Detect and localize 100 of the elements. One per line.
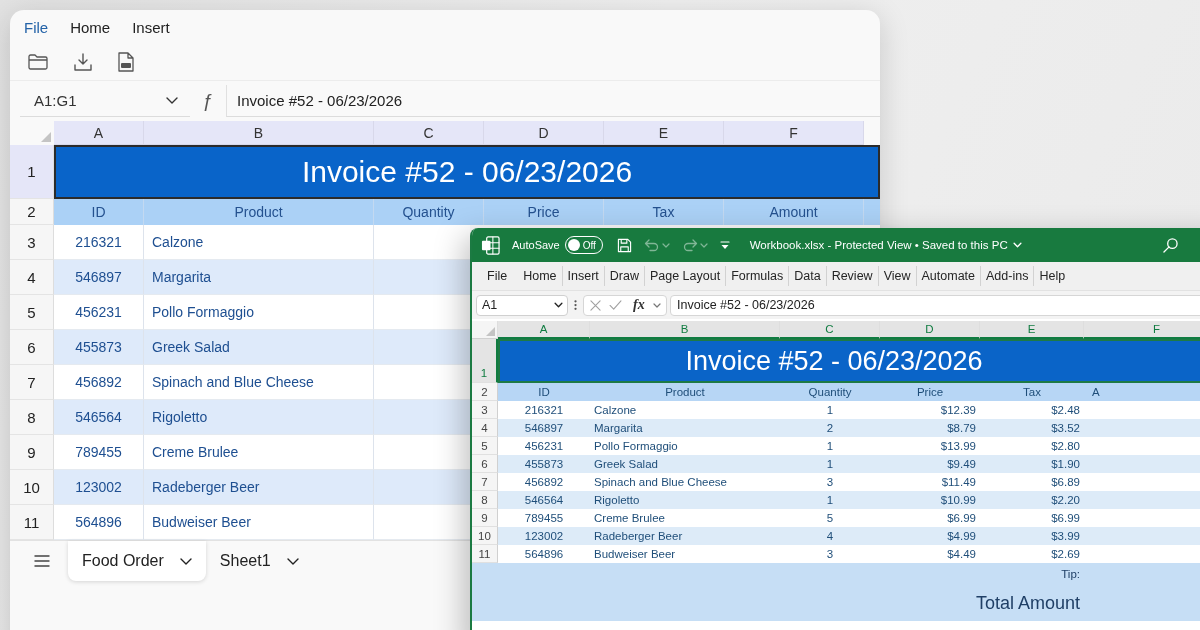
product-name: Rigoletto bbox=[594, 494, 640, 506]
chevron-down-icon[interactable] bbox=[179, 557, 192, 565]
caret-bar-icon[interactable] bbox=[719, 240, 730, 250]
row-header[interactable]: 1 bbox=[10, 145, 54, 199]
ribbon-tab[interactable]: Review bbox=[826, 266, 879, 286]
row-header[interactable]: 10 bbox=[472, 527, 498, 545]
column-header[interactable]: C bbox=[374, 121, 484, 145]
search-icon[interactable] bbox=[1163, 237, 1178, 253]
ribbon-tab[interactable]: Help bbox=[1034, 266, 1071, 286]
row-header[interactable]: 5 bbox=[472, 437, 498, 455]
row-header[interactable]: 11 bbox=[10, 505, 54, 540]
product-name: Greek Salad bbox=[594, 458, 658, 470]
ribbon-tab[interactable]: Page Layout bbox=[644, 266, 727, 286]
row-header[interactable]: 7 bbox=[10, 365, 54, 400]
row-header[interactable]: 6 bbox=[10, 330, 54, 365]
ribbon-tab[interactable]: Draw bbox=[604, 266, 645, 286]
tax-value: $2.69 bbox=[1051, 548, 1080, 560]
price-value: $13.99 bbox=[940, 440, 976, 452]
column-header[interactable]: F bbox=[1084, 321, 1200, 339]
row-header[interactable]: 8 bbox=[10, 400, 54, 435]
column-header[interactable]: D bbox=[880, 321, 980, 339]
quantity-value: 1 bbox=[826, 404, 834, 416]
column-title: ID bbox=[91, 204, 106, 220]
order-id: 546897 bbox=[75, 269, 122, 285]
folder-icon[interactable] bbox=[28, 54, 48, 70]
product-name: Calzone bbox=[152, 234, 204, 250]
row-header[interactable]: 7 bbox=[472, 473, 498, 491]
product-name: Radeberger Beer bbox=[152, 479, 260, 495]
row-header[interactable]: 1 bbox=[472, 339, 498, 383]
row-header[interactable]: 3 bbox=[10, 225, 54, 260]
menu-tab[interactable]: Insert bbox=[132, 18, 170, 36]
menu-icon[interactable] bbox=[34, 555, 50, 567]
ribbon-tab[interactable]: File bbox=[482, 266, 513, 286]
invoice-title: Invoice #52 - 06/23/2026 bbox=[301, 155, 633, 189]
column-title: Product bbox=[234, 204, 283, 220]
order-id: 789455 bbox=[75, 444, 122, 460]
formula-field[interactable]: Invoice #52 - 06/23/2026 bbox=[670, 294, 1200, 316]
chevron-down-icon[interactable] bbox=[166, 97, 178, 104]
ribbon-tab[interactable]: Automate bbox=[916, 266, 982, 286]
ribbon-tab[interactable]: Formulas bbox=[726, 266, 790, 286]
column-header[interactable]: A bbox=[54, 121, 144, 145]
order-id: 123002 bbox=[75, 479, 122, 495]
row-header[interactable]: 4 bbox=[10, 260, 54, 295]
order-id: 456231 bbox=[75, 304, 122, 320]
column-header[interactable]: C bbox=[780, 321, 880, 339]
product-name: Calzone bbox=[594, 404, 637, 416]
column-title: ID bbox=[538, 386, 550, 398]
column-header[interactable]: D bbox=[484, 121, 604, 145]
column-header[interactable]: B bbox=[144, 121, 374, 145]
ribbon-tab[interactable]: Add-ins bbox=[981, 266, 1035, 286]
download-icon[interactable] bbox=[74, 53, 92, 71]
column-header[interactable]: E bbox=[604, 121, 724, 145]
row-header[interactable]: 9 bbox=[472, 509, 498, 527]
quantity-value: 1 bbox=[826, 440, 834, 452]
name-box[interactable]: A1:G1 bbox=[20, 85, 190, 117]
row-header[interactable]: 8 bbox=[472, 491, 498, 509]
function-button[interactable]: fx bbox=[633, 297, 645, 313]
column-header[interactable]: E bbox=[980, 321, 1084, 339]
vertical-dots-icon[interactable] bbox=[574, 299, 577, 311]
tax-value: $3.99 bbox=[1051, 530, 1080, 542]
row-header[interactable]: 4 bbox=[472, 419, 498, 437]
chevron-down-icon[interactable] bbox=[554, 302, 563, 308]
order-id: 546564 bbox=[75, 409, 122, 425]
document-icon[interactable] bbox=[118, 52, 134, 72]
check-icon[interactable] bbox=[609, 300, 622, 310]
formula-field[interactable]: Invoice #52 - 06/23/2026 bbox=[226, 85, 880, 117]
row-header[interactable]: 9 bbox=[10, 435, 54, 470]
save-icon[interactable] bbox=[616, 237, 632, 253]
ribbon-tab[interactable]: Insert bbox=[562, 266, 605, 286]
menu-tab[interactable]: Home bbox=[70, 18, 111, 36]
row-header[interactable]: 3 bbox=[472, 401, 498, 419]
column-title: Price bbox=[527, 204, 560, 220]
order-id: 789455 bbox=[524, 512, 564, 524]
row-header[interactable]: 2 bbox=[472, 383, 498, 401]
row-header[interactable]: 2 bbox=[10, 199, 54, 225]
spreadsheet-logo-icon[interactable] bbox=[481, 235, 500, 255]
name-box[interactable]: A1 bbox=[476, 294, 568, 316]
row-header[interactable]: 6 bbox=[472, 455, 498, 473]
column-title: A bbox=[1092, 386, 1100, 398]
ribbon-tab[interactable]: Home bbox=[518, 266, 563, 286]
column-header[interactable]: F bbox=[724, 121, 864, 145]
function-symbol: ƒ bbox=[201, 90, 215, 112]
column-title: Product bbox=[665, 386, 705, 398]
product-name: Rigoletto bbox=[152, 409, 208, 425]
order-id: 216321 bbox=[524, 404, 564, 416]
sheet-tab[interactable]: Food Order bbox=[68, 541, 206, 581]
row-header[interactable]: 5 bbox=[10, 295, 54, 330]
sheet-tab[interactable]: Sheet1 bbox=[205, 541, 313, 581]
chevron-down-icon[interactable] bbox=[286, 557, 299, 565]
tax-value: $6.99 bbox=[1051, 512, 1080, 524]
menu-tab[interactable]: File bbox=[24, 18, 49, 36]
tip-label: Tip: bbox=[1061, 568, 1080, 580]
column-header[interactable]: A bbox=[498, 321, 590, 339]
row-header[interactable]: 11 bbox=[472, 545, 498, 563]
tax-value: $2.80 bbox=[1051, 440, 1080, 452]
ribbon-tab[interactable]: View bbox=[878, 266, 917, 286]
price-value: $6.99 bbox=[947, 512, 976, 524]
row-header[interactable]: 10 bbox=[10, 470, 54, 505]
ribbon-tab[interactable]: Data bbox=[789, 266, 827, 286]
column-header[interactable]: B bbox=[590, 321, 780, 339]
